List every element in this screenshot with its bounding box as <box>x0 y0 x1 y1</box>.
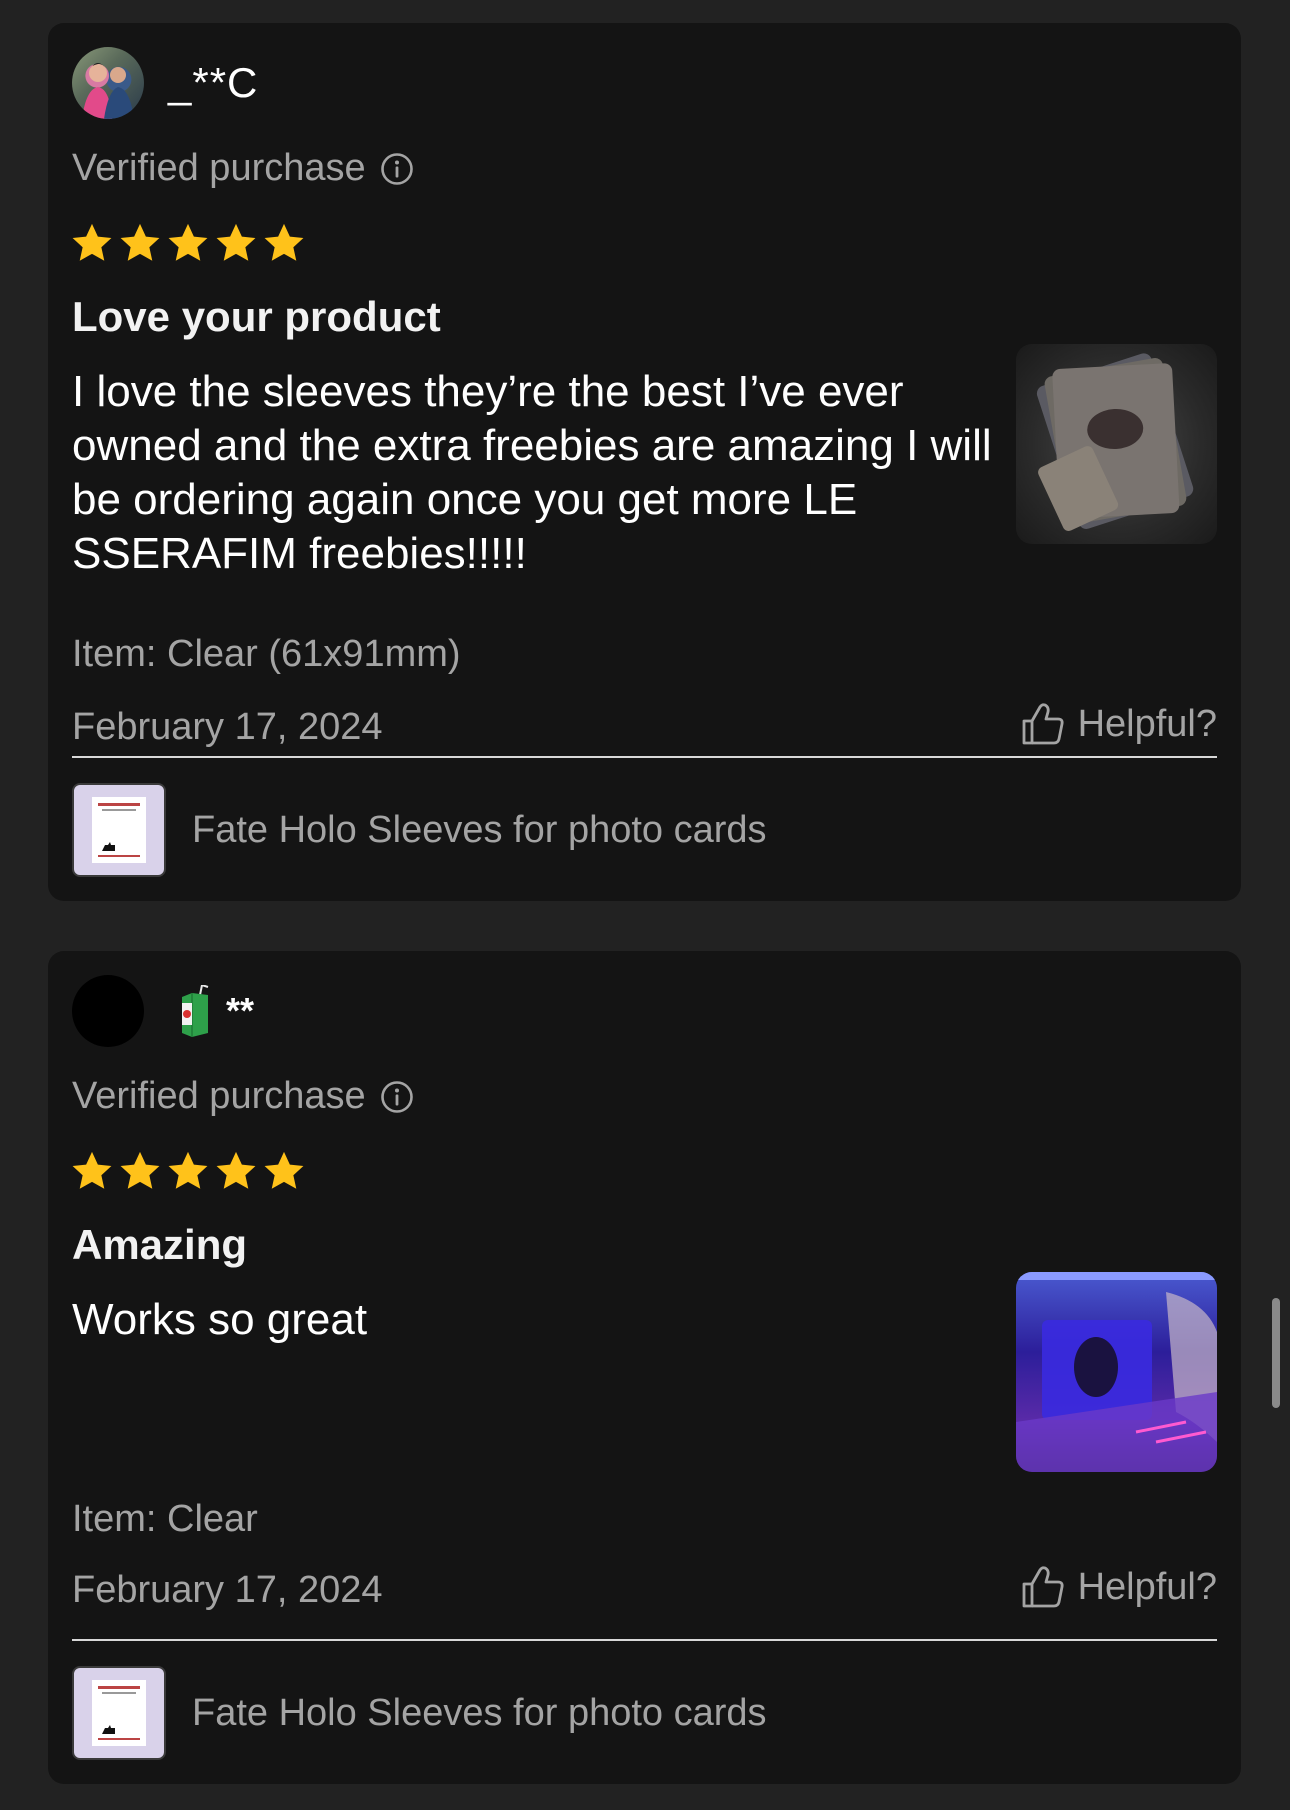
helpful-label: Helpful? <box>1077 1565 1217 1608</box>
reviewer-row: ** <box>72 975 254 1047</box>
product-thumbnail <box>72 783 166 877</box>
reviewer-username: ** <box>226 990 255 1031</box>
star-icon <box>72 223 112 261</box>
item-variant: Item: Clear (61x91mm) <box>72 633 461 675</box>
scrollbar[interactable] <box>1272 1298 1280 1408</box>
review-body: I love the sleeves they’re the best I’ve… <box>72 367 992 578</box>
review-photo[interactable] <box>1016 344 1217 544</box>
reviews-page: _**C Verified purchase Love your product… <box>0 0 1290 1810</box>
helpful-button[interactable]: Helpful? <box>1020 1564 1217 1610</box>
thumbs-up-icon <box>1022 703 1064 745</box>
review-date: February 17, 2024 <box>72 706 383 748</box>
star-rating <box>70 221 306 265</box>
info-icon[interactable] <box>380 152 414 186</box>
product-thumbnail <box>72 1666 166 1760</box>
avatar[interactable] <box>72 47 144 119</box>
thumbs-up-icon <box>1022 1566 1064 1608</box>
info-icon[interactable] <box>380 1080 414 1114</box>
star-icon <box>264 1151 304 1189</box>
juice-box-icon <box>178 983 212 1037</box>
review-date: February 17, 2024 <box>72 1569 383 1611</box>
product-link[interactable]: Fate Holo Sleeves for photo cards <box>72 1666 767 1760</box>
divider <box>72 756 1217 758</box>
star-rating <box>70 1149 306 1193</box>
review-card: ** Verified purchase Amazing Works so gr… <box>48 951 1241 1784</box>
avatar[interactable] <box>72 975 144 1047</box>
reviewer-username: _**C <box>168 59 259 106</box>
star-icon <box>216 1151 256 1189</box>
item-variant: Item: Clear <box>72 1498 258 1540</box>
star-icon <box>216 223 256 261</box>
review-photo[interactable] <box>1016 1272 1217 1472</box>
star-icon <box>168 1151 208 1189</box>
review-body: Works so great <box>72 1295 368 1344</box>
reviewer-row: _**C <box>72 47 258 119</box>
review-title: Love your product <box>72 293 441 340</box>
verified-label: Verified purchase <box>72 1075 366 1117</box>
helpful-button[interactable]: Helpful? <box>1020 701 1217 747</box>
star-icon <box>168 223 208 261</box>
product-name: Fate Holo Sleeves for photo cards <box>192 808 767 851</box>
divider <box>72 1639 1217 1641</box>
review-card: _**C Verified purchase Love your product… <box>48 23 1241 901</box>
product-link[interactable]: Fate Holo Sleeves for photo cards <box>72 783 767 877</box>
star-icon <box>120 223 160 261</box>
review-title: Amazing <box>72 1221 248 1268</box>
star-icon <box>120 1151 160 1189</box>
helpful-label: Helpful? <box>1077 702 1217 745</box>
star-icon <box>264 223 304 261</box>
verified-label: Verified purchase <box>72 147 366 189</box>
verified-purchase: Verified purchase <box>72 147 414 190</box>
product-name: Fate Holo Sleeves for photo cards <box>192 1691 767 1734</box>
star-icon <box>72 1151 112 1189</box>
verified-purchase: Verified purchase <box>72 1075 414 1118</box>
